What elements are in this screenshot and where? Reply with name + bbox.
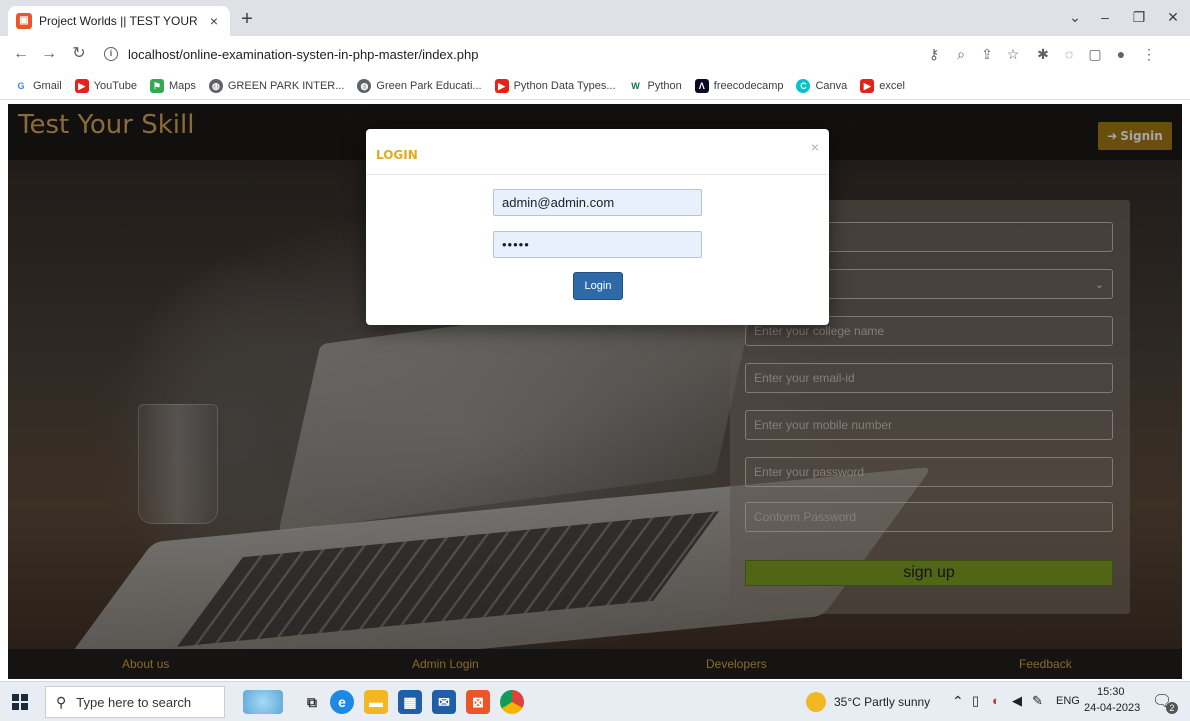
bookmark-canva[interactable]: C Canva bbox=[796, 78, 847, 93]
store-icon[interactable]: ▦ bbox=[398, 690, 422, 714]
project-favicon-icon: ▣ bbox=[16, 13, 32, 29]
taskbar: ⚲ Type here to search ⧉ e ▬ ▦ ✉ ⊠ 35°C P… bbox=[0, 681, 1190, 721]
weather-icon[interactable] bbox=[806, 692, 826, 712]
info-icon[interactable]: i bbox=[104, 47, 118, 61]
notification-badge: 2 bbox=[1166, 702, 1178, 714]
bookmark-maps[interactable]: ⚑ Maps bbox=[149, 78, 196, 93]
reload-icon[interactable]: ↻ bbox=[68, 43, 90, 65]
freecodecamp-icon: Λ bbox=[694, 78, 709, 93]
footer-admin-login-link[interactable]: Admin Login bbox=[412, 657, 479, 671]
login-modal: LOGIN × admin@admin.com ••••• Login bbox=[366, 129, 829, 325]
youtube-icon: ▶ bbox=[494, 78, 509, 93]
volume-icon[interactable]: ◀ bbox=[1012, 693, 1022, 709]
bookmark-green-park-educati[interactable]: ◍ Green Park Educati... bbox=[357, 78, 482, 93]
weather-text[interactable]: 35°C Partly sunny bbox=[834, 695, 930, 709]
login-button[interactable]: Login bbox=[573, 272, 623, 300]
browser-toolbar: ← → ↻ i localhost/online-examination-sys… bbox=[0, 36, 1190, 72]
footer-feedback-link[interactable]: Feedback bbox=[1019, 657, 1072, 671]
email-input[interactable]: admin@admin.com bbox=[493, 189, 702, 216]
back-icon[interactable]: ← bbox=[10, 43, 32, 65]
maps-icon: ⚑ bbox=[149, 78, 164, 93]
new-tab-button[interactable]: + bbox=[236, 8, 258, 30]
close-window-icon[interactable]: ✕ bbox=[1158, 6, 1188, 28]
edge-icon[interactable]: e bbox=[330, 690, 354, 714]
file-explorer-icon[interactable]: ▬ bbox=[364, 690, 388, 714]
browser-tab[interactable]: ▣ Project Worlds || TEST YOUR SKIL × bbox=[8, 6, 230, 36]
modal-header: LOGIN × bbox=[366, 129, 829, 175]
browser-tabstrip: ▣ Project Worlds || TEST YOUR SKIL × + ⌄… bbox=[0, 0, 1190, 36]
close-icon[interactable]: × bbox=[811, 139, 819, 155]
menu-icon[interactable]: ⋮ bbox=[1140, 45, 1158, 63]
extensions-icon[interactable]: ✱ bbox=[1034, 45, 1052, 63]
pen-icon[interactable]: ✎ bbox=[1032, 693, 1043, 709]
bookmark-excel[interactable]: ▶ excel bbox=[860, 78, 905, 93]
widgets-icon[interactable] bbox=[243, 690, 283, 714]
battery-icon[interactable]: ▯ bbox=[972, 693, 979, 709]
google-icon: G bbox=[14, 78, 28, 93]
modal-title: LOGIN bbox=[376, 148, 418, 162]
chrome-icon[interactable] bbox=[500, 690, 524, 714]
bookmark-green-park-inter[interactable]: ◍ GREEN PARK INTER... bbox=[208, 78, 344, 93]
xampp-icon[interactable]: ⊠ bbox=[466, 690, 490, 714]
profile-icon[interactable]: ● bbox=[1112, 45, 1130, 63]
bookmark-gmail[interactable]: G Gmail bbox=[14, 78, 62, 93]
forward-icon[interactable]: → bbox=[38, 43, 60, 65]
star-icon[interactable]: ☆ bbox=[1004, 45, 1022, 63]
bookmark-python[interactable]: W Python bbox=[628, 78, 682, 93]
chevron-down-icon[interactable]: ⌄ bbox=[1060, 6, 1090, 28]
globe-icon: ◍ bbox=[208, 78, 223, 93]
windows-start-icon[interactable] bbox=[12, 694, 28, 710]
mail-icon[interactable]: ✉ bbox=[432, 690, 456, 714]
w3schools-icon: W bbox=[628, 78, 643, 93]
sidepanel-icon[interactable]: ▢ bbox=[1086, 45, 1104, 63]
zoom-icon[interactable]: ⌕ bbox=[952, 45, 970, 63]
language-indicator[interactable]: ENG bbox=[1056, 695, 1080, 707]
bookmarks-bar: G Gmail ▶ YouTube ⚑ Maps ◍ GREEN PARK INTER.… bbox=[0, 72, 1190, 100]
password-input[interactable]: ••••• bbox=[493, 231, 702, 258]
key-icon[interactable]: ⚷ bbox=[925, 45, 943, 63]
globe-icon: ◍ bbox=[357, 78, 372, 93]
youtube-icon: ▶ bbox=[860, 78, 875, 93]
site-footer: About us Admin Login Developers Feedback bbox=[8, 649, 1182, 679]
clock-time[interactable]: 15:30 bbox=[1097, 686, 1125, 698]
minimize-icon[interactable]: – bbox=[1090, 6, 1120, 28]
task-view-icon[interactable]: ⧉ bbox=[300, 690, 324, 714]
clock-date[interactable]: 24-04-2023 bbox=[1084, 702, 1140, 714]
taskbar-search[interactable]: ⚲ Type here to search bbox=[45, 686, 225, 718]
tray-chevron-icon[interactable]: ⌃ bbox=[952, 693, 964, 710]
close-tab-icon[interactable]: × bbox=[206, 13, 222, 29]
bookmark-youtube[interactable]: ▶ YouTube bbox=[74, 78, 137, 93]
address-bar[interactable]: i localhost/online-examination-systen-in… bbox=[104, 40, 904, 68]
bookmark-python-data-types[interactable]: ▶ Python Data Types... bbox=[494, 78, 616, 93]
restore-icon[interactable]: ❐ bbox=[1124, 6, 1154, 28]
footer-about-link[interactable]: About us bbox=[122, 657, 169, 671]
footer-developers-link[interactable]: Developers bbox=[706, 657, 767, 671]
url-text[interactable]: localhost/online-examination-systen-in-p… bbox=[128, 47, 478, 62]
tab-title: Project Worlds || TEST YOUR SKIL bbox=[39, 14, 199, 28]
share-icon[interactable]: ⇪ bbox=[978, 45, 996, 63]
bookmark-freecodecamp[interactable]: Λfreecodecamp bbox=[694, 78, 783, 93]
search-icon: ⚲ bbox=[56, 693, 67, 710]
network-icon[interactable]: ◐ bbox=[992, 693, 1000, 708]
history-icon[interactable]: ◌ bbox=[1060, 45, 1078, 63]
youtube-icon: ▶ bbox=[74, 78, 89, 93]
canva-icon: C bbox=[796, 78, 811, 93]
